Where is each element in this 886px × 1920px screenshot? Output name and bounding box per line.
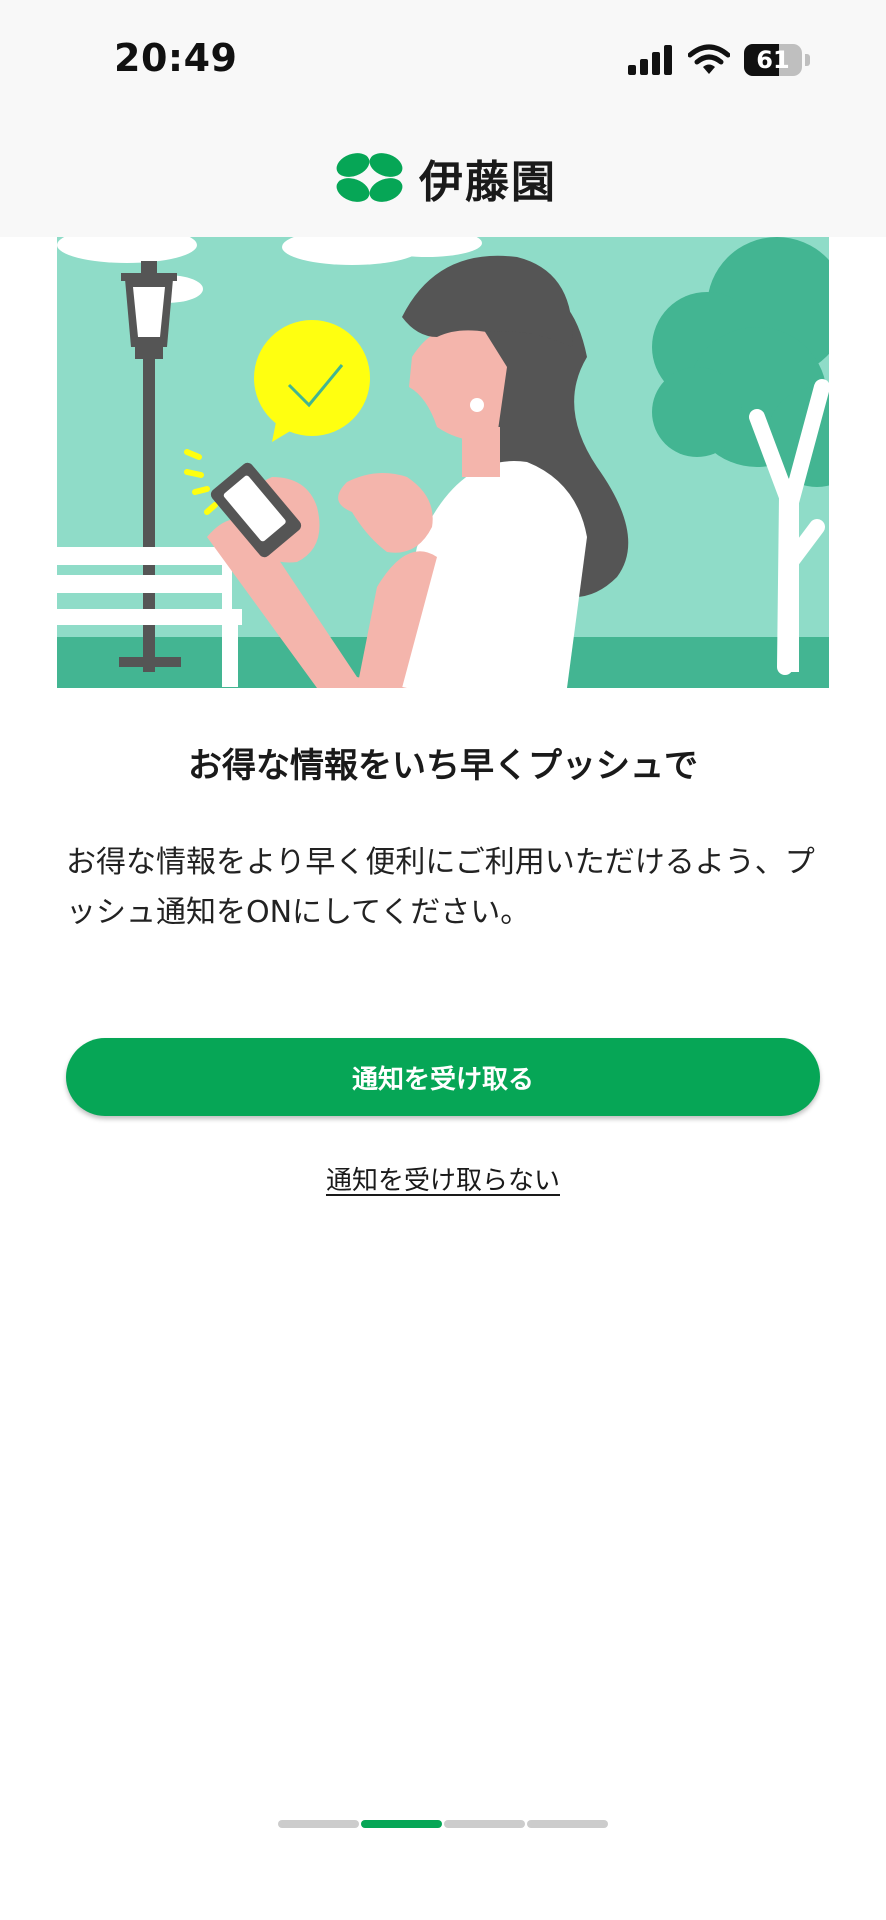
- decline-notifications-link[interactable]: 通知を受け取らない: [326, 1166, 560, 1196]
- status-time: 20:49: [114, 36, 238, 80]
- accept-notifications-button[interactable]: 通知を受け取る: [66, 1038, 820, 1116]
- accept-notifications-label: 通知を受け取る: [351, 1064, 534, 1095]
- wifi-icon: [688, 44, 730, 74]
- top-bar: 20:49 61 伊藤園: [0, 0, 886, 237]
- clover-leaf-icon: [336, 153, 403, 202]
- brand-name: 伊藤園: [419, 157, 557, 208]
- page-indicator-segment: [444, 1820, 525, 1828]
- description-text: お得な情報をより早く便利にご利用いただけるよう、プッシュ通知をONにしてください…: [66, 845, 815, 930]
- signal-icon: [628, 45, 672, 75]
- status-icons: 61: [628, 42, 810, 78]
- battery-percentage: 61: [756, 46, 790, 74]
- battery-nub: [805, 54, 810, 66]
- park-illustration: [57, 237, 829, 688]
- headline: お得な情報をいち早くプッシュで: [188, 746, 698, 786]
- hero-illustration: [57, 237, 829, 688]
- page-indicator-segment: [527, 1820, 608, 1828]
- page-indicator-segment-active: [361, 1820, 442, 1828]
- brand-logo: 伊藤園: [0, 146, 886, 210]
- page-indicator-segment: [278, 1820, 359, 1828]
- decline-notifications-row: 通知を受け取らない: [0, 1160, 886, 1197]
- battery-icon: 61: [744, 44, 802, 76]
- page-indicator: [278, 1820, 608, 1828]
